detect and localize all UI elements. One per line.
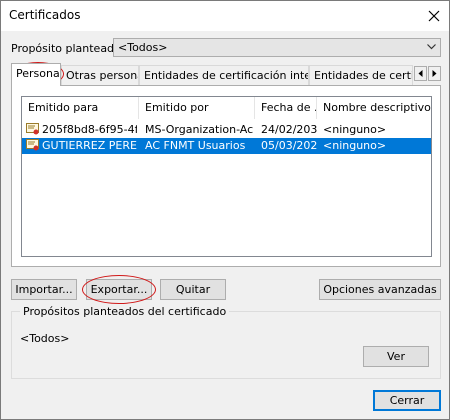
column-header-issued-by[interactable]: Emitido por xyxy=(139,97,255,119)
tab-scroll-right-button[interactable] xyxy=(428,66,441,81)
tab-strip: Personal Otras personas Entidades de cer… xyxy=(11,63,441,86)
remove-button[interactable]: Quitar xyxy=(160,279,226,300)
purpose-label: Propósito planteado: xyxy=(11,42,125,55)
cell-issued-to: GUTIERREZ PEREZ... xyxy=(42,139,137,152)
tab-personal[interactable]: Personal xyxy=(11,63,61,86)
cell-date: 24/02/2031 xyxy=(261,123,317,136)
certificates-dialog: Certificados Propósito planteado: <Todos… xyxy=(0,0,450,420)
purpose-select[interactable]: <Todos> xyxy=(113,38,441,57)
tab-entidades-intermedias[interactable]: Entidades de certificación intermedias xyxy=(139,65,309,85)
close-window-button[interactable] xyxy=(419,1,449,31)
certificate-list[interactable]: Emitido para Emitido por Fecha de ... No… xyxy=(21,96,432,257)
table-row[interactable]: 205f8bd8-6f95-4fa... MS-Organization-Acc… xyxy=(22,122,431,138)
cell-issued-to: 205f8bd8-6f95-4fa... xyxy=(42,123,137,136)
certificate-icon xyxy=(26,139,39,151)
purpose-select-value: <Todos> xyxy=(118,41,168,54)
list-header: Emitido para Emitido por Fecha de ... No… xyxy=(22,97,431,119)
tab-entidades-raiz[interactable]: Entidades de certificac xyxy=(309,65,413,85)
cell-friendly-name: <ninguno> xyxy=(323,123,387,136)
arrow-left-icon xyxy=(418,70,423,77)
export-button[interactable]: Exportar... xyxy=(86,279,152,300)
column-header-friendly-name[interactable]: Nombre descriptivo xyxy=(317,97,431,119)
dialog-title: Certificados xyxy=(9,8,81,22)
tab-scroll-left-button[interactable] xyxy=(414,66,427,81)
import-button[interactable]: Importar... xyxy=(11,279,77,300)
close-icon xyxy=(428,10,440,22)
tab-panel: Emitido para Emitido por Fecha de ... No… xyxy=(11,85,441,267)
purposes-group-title: Propósitos planteados del certificado xyxy=(20,305,230,318)
chevron-down-icon xyxy=(427,44,436,50)
cell-issued-by: MS-Organization-Access xyxy=(145,123,253,136)
column-header-issued-to[interactable]: Emitido para xyxy=(22,97,139,119)
advanced-options-button[interactable]: Opciones avanzadas xyxy=(319,279,441,300)
purposes-value: <Todos> xyxy=(20,332,70,345)
cell-friendly-name: <ninguno> xyxy=(323,139,387,152)
certificate-purposes-group: Propósitos planteados del certificado <T… xyxy=(11,305,441,379)
view-button[interactable]: Ver xyxy=(363,346,429,367)
certificate-icon xyxy=(26,123,39,135)
arrow-right-icon xyxy=(432,70,437,77)
table-row-selected[interactable]: GUTIERREZ PEREZ... AC FNMT Usuarios 05/0… xyxy=(22,138,431,154)
close-button[interactable]: Cerrar xyxy=(373,390,441,411)
cell-date: 05/03/2023 xyxy=(261,139,317,152)
title-bar: Certificados xyxy=(1,1,449,31)
column-header-date[interactable]: Fecha de ... xyxy=(255,97,317,119)
tab-otras-personas[interactable]: Otras personas xyxy=(61,65,139,85)
cell-issued-by: AC FNMT Usuarios xyxy=(145,139,246,152)
